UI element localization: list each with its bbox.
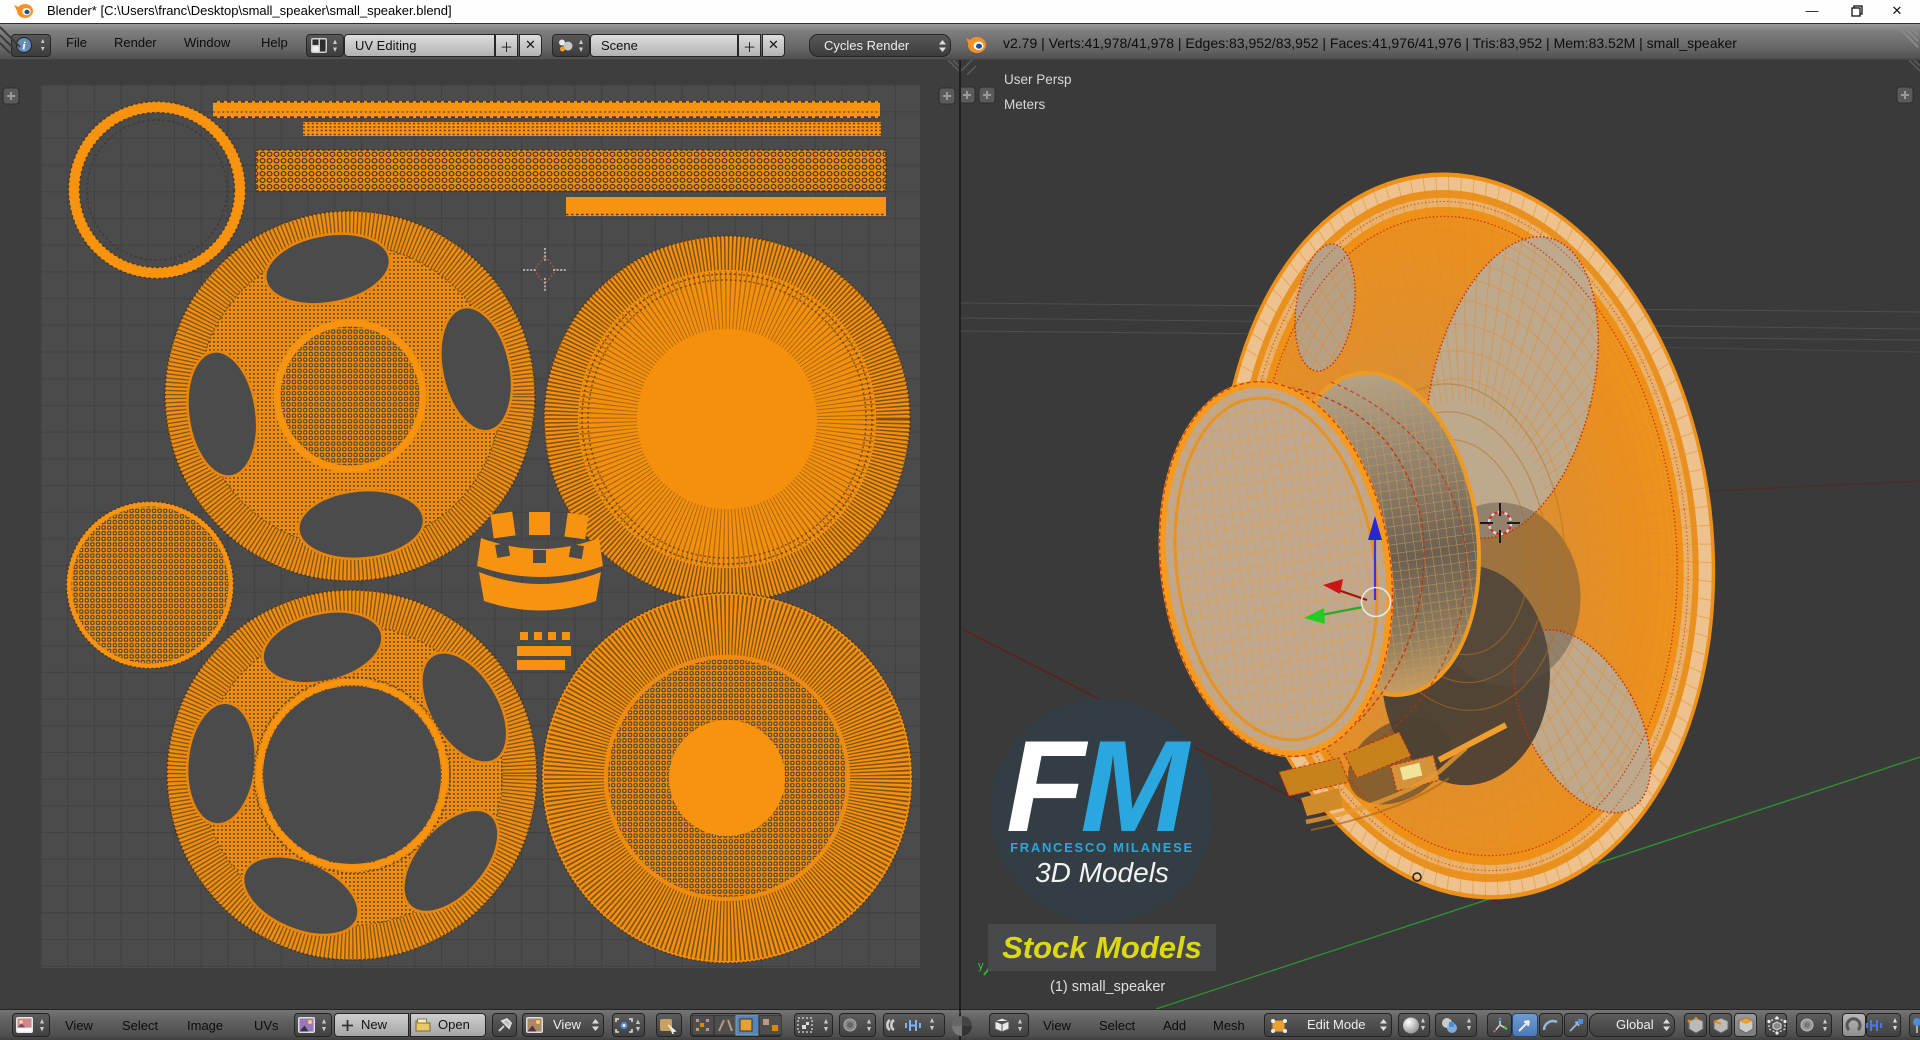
svg-text:y: y [978, 960, 984, 972]
